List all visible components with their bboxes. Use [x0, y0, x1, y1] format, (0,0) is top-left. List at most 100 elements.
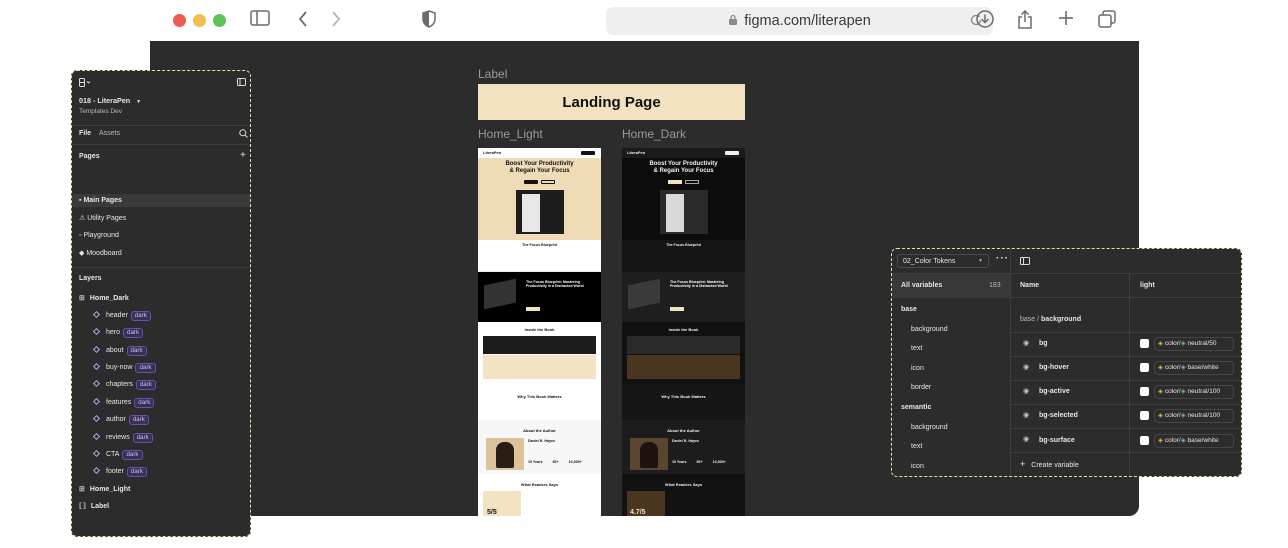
alias-chip[interactable]: ◈ color/◈ base/white [1154, 361, 1234, 375]
component-icon [92, 345, 101, 354]
create-variable-button[interactable]: + Create variable [1020, 459, 1079, 469]
download-icon[interactable] [976, 10, 994, 32]
layer-tag: dark [128, 415, 149, 425]
landing-page-frame[interactable]: Landing Page [478, 84, 745, 120]
shield-icon[interactable] [422, 10, 436, 32]
mock-dark-stat-3: 10,000+ [712, 460, 726, 464]
minimize-window-button[interactable] [193, 14, 206, 27]
variables-count: 183 [989, 282, 1001, 289]
tab-assets[interactable]: Assets [99, 130, 120, 137]
group-semantic-text[interactable]: text [911, 443, 922, 450]
group-base-background[interactable]: background [911, 326, 948, 333]
group-base-border[interactable]: border [911, 384, 931, 391]
sidebar-toggle-icon[interactable] [250, 10, 270, 30]
tab-overview-icon[interactable] [1098, 10, 1116, 32]
color-swatch[interactable] [1140, 436, 1149, 445]
layers-panel: 018 - LiteraPen ▼ Templates Dev File Ass… [71, 70, 251, 537]
mock-author-name: Daniel R. Hayes [528, 439, 555, 443]
layer-home-light[interactable]: ⊞ Home_Light [79, 485, 130, 493]
alias-chip[interactable]: ◈ color/◈ neutral/50 [1154, 337, 1234, 351]
new-tab-icon[interactable] [1058, 10, 1074, 30]
mock-author-title: About the Author [523, 428, 556, 433]
mock-dark-why-title: Why This Book Matters [661, 394, 706, 399]
home-light-caption[interactable]: Home_Light [478, 127, 543, 141]
mock-cta-button [581, 151, 595, 155]
alias-chip[interactable]: ◈ color/◈ neutral/100 [1154, 409, 1234, 423]
component-icon [92, 310, 101, 319]
layer-item[interactable]: reviews dark [92, 432, 153, 443]
file-name[interactable]: 018 - LiteraPen ▼ [79, 96, 141, 105]
group-semantic-background[interactable]: background [911, 424, 948, 431]
mock-dark-author-name: Daniel R. Hayes [672, 439, 699, 443]
group-semantic[interactable]: semantic [901, 404, 931, 411]
mock-stat-3: 10,000+ [568, 460, 582, 464]
alias-chip[interactable]: ◈ color/◈ neutral/100 [1154, 385, 1234, 399]
panel-layout-icon[interactable] [237, 78, 246, 88]
mock-stat-1: 10 Years [528, 460, 543, 464]
layer-root[interactable]: ⊞ Home_Dark [79, 294, 129, 302]
mock-dark-stat-1: 10 Years [672, 460, 687, 464]
search-icon[interactable] [239, 129, 248, 140]
palette-icon: ◉ [1023, 388, 1030, 395]
layer-item[interactable]: about dark [92, 345, 147, 356]
component-icon [92, 449, 101, 458]
layers-title: Layers [79, 275, 102, 282]
column-mode-header[interactable]: light [1140, 282, 1155, 289]
group-base-text[interactable]: text [911, 345, 922, 352]
component-icon [92, 414, 101, 423]
page-item-main[interactable]: ▪ Main Pages [79, 197, 122, 204]
share-icon[interactable] [1017, 9, 1033, 34]
mock-dark-reviews: What Readers Says 4.7/5 [622, 474, 745, 516]
tab-file[interactable]: File [79, 130, 91, 137]
layer-item[interactable]: buy-now dark [92, 362, 156, 373]
layer-tag: dark [130, 311, 151, 321]
collection-dropdown[interactable]: 02_Color Tokens ▼ [897, 254, 989, 268]
layer-item[interactable]: features dark [92, 397, 155, 408]
add-page-icon[interactable]: + [240, 150, 246, 161]
url-text: figma.com/literapen [744, 13, 871, 29]
color-swatch[interactable] [1140, 363, 1149, 372]
mock-dark-author-title: About the Author [667, 428, 700, 433]
group-base-icon[interactable]: icon [911, 365, 924, 372]
mock-buy-title: The Focus Blueprint: Mastering Productiv… [526, 280, 584, 289]
page-item-moodboard[interactable]: ◆ Moodboard [79, 249, 122, 257]
home-light-frame[interactable]: LiteraPen Boost Your Productivity & Rega… [478, 148, 601, 516]
color-swatch[interactable] [1140, 411, 1149, 420]
layer-item[interactable]: chapters dark [92, 379, 156, 390]
pages-title: Pages [79, 153, 100, 160]
layer-item[interactable]: hero dark [92, 327, 144, 338]
url-bar[interactable]: figma.com/literapen [606, 7, 993, 35]
layer-tag: dark [126, 467, 147, 477]
mock-dark-author: About the Author Daniel R. Hayes 10 Year… [622, 420, 745, 474]
mock-reviews: What Readers Says 5/5 [478, 474, 601, 516]
panel-layout-icon[interactable] [1020, 257, 1030, 267]
color-swatch[interactable] [1140, 339, 1149, 348]
layer-tag: dark [135, 363, 156, 373]
mock-features: Why This Book Matters [478, 384, 601, 420]
home-dark-caption[interactable]: Home_Dark [622, 127, 686, 141]
forward-icon[interactable] [330, 10, 342, 32]
layer-item[interactable]: footer dark [92, 466, 147, 477]
color-swatch[interactable] [1140, 387, 1149, 396]
figma-menu-icon[interactable] [79, 78, 91, 89]
layer-item[interactable]: CTA dark [92, 449, 143, 460]
close-window-button[interactable] [173, 14, 186, 27]
mock-hero-title-1: Boost Your Productivity [505, 161, 574, 167]
layer-item[interactable]: author dark [92, 414, 149, 425]
more-options-icon[interactable]: ··· [996, 253, 1009, 264]
page-item-utility[interactable]: ⚠ Utility Pages [79, 214, 126, 222]
back-icon[interactable] [297, 10, 309, 32]
alias-chip[interactable]: ◈ color/◈ base/white [1154, 434, 1234, 448]
layer-label[interactable]: ⟦⟧ Label [79, 502, 109, 510]
page-item-playground[interactable]: ▫ Playground [79, 232, 119, 239]
layer-item[interactable]: header dark [92, 310, 151, 321]
browser-toolbar: figma.com/literapen [150, 0, 1140, 42]
column-name-header: Name [1020, 282, 1040, 289]
mock-stat-2: 50+ [552, 460, 559, 464]
group-base[interactable]: base [901, 306, 917, 313]
label-frame-caption[interactable]: Label [478, 67, 507, 81]
group-semantic-icon[interactable]: icon [911, 463, 924, 470]
all-variables-item[interactable]: All variables 183 [892, 274, 1010, 298]
home-dark-frame[interactable]: LiteraPen Boost Your Productivity & Rega… [622, 148, 745, 516]
zoom-window-button[interactable] [213, 14, 226, 27]
